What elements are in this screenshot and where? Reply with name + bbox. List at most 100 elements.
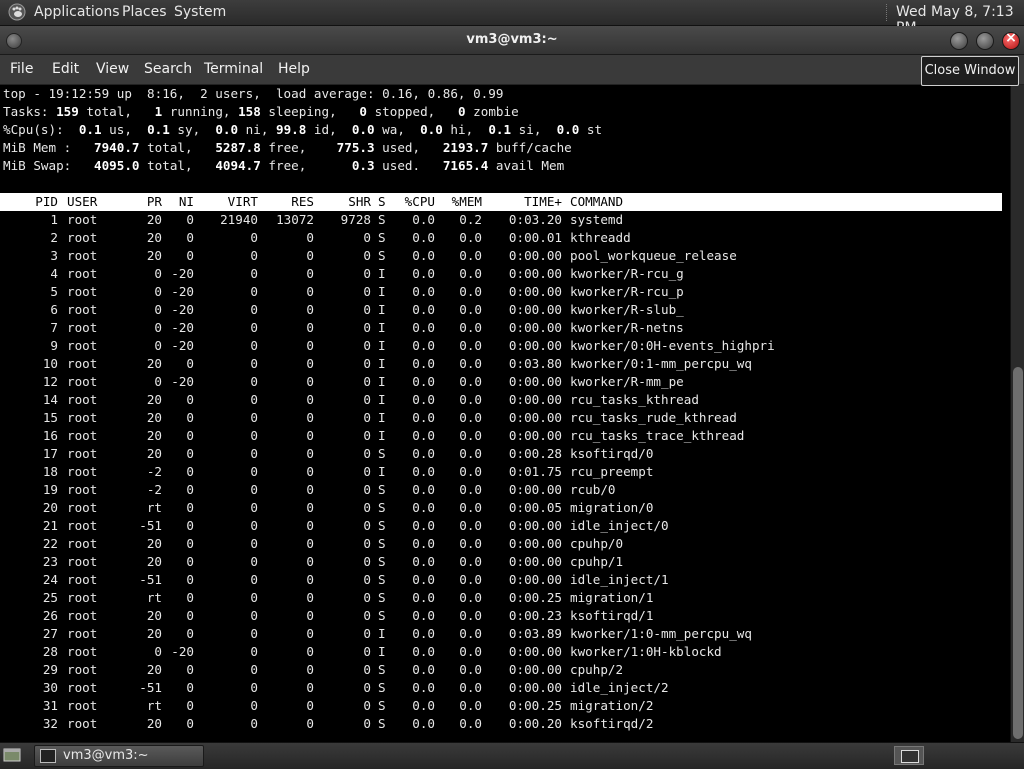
cell-time: 0:00.00 xyxy=(508,428,562,443)
swap-used: 0.3 xyxy=(351,158,375,173)
taskbar-terminal-button[interactable]: vm3@vm3:~ xyxy=(34,745,204,767)
cell-time: 0:00.00 xyxy=(508,410,562,425)
cell-time: 0:00.28 xyxy=(508,446,562,461)
cpu-line: %Cpu(s): 0.1 us, 0.1 sy, 0.0 ni, 99.8 id… xyxy=(3,122,603,137)
cell-time: 0:00.00 xyxy=(508,572,562,587)
cpu-hi: 0.0 xyxy=(420,122,443,137)
cell-command: rcu_tasks_rude_kthread xyxy=(570,410,737,425)
cell-time: 0:03.20 xyxy=(508,212,562,227)
cell-time: 0:00.00 xyxy=(508,644,562,659)
window-title: vm3@vm3:~ xyxy=(466,32,558,47)
terminal-icon xyxy=(40,749,56,763)
cell-command: kworker/1:0-mm_percpu_wq xyxy=(570,626,752,641)
cell-command: migration/0 xyxy=(570,500,654,515)
cell-command: kworker/R-rcu_g xyxy=(570,266,684,281)
tasks-stopped: 0 xyxy=(359,104,367,119)
cpu-sy: 0.1 xyxy=(147,122,170,137)
show-desktop-icon[interactable] xyxy=(3,746,21,764)
cell-time: 0:00.00 xyxy=(508,392,562,407)
menu-applications[interactable]: Applications xyxy=(34,4,120,20)
cell-time: 0:00.00 xyxy=(508,374,562,389)
cell-command: rcu_preempt xyxy=(570,464,654,479)
window-titlebar[interactable]: vm3@vm3:~ xyxy=(0,26,1024,55)
cell-command: ksoftirqd/1 xyxy=(570,608,654,623)
swap-total: 4095.0 xyxy=(94,158,140,173)
tasks-total: 159 xyxy=(56,104,79,119)
cell-time: 0:00.00 xyxy=(508,482,562,497)
cell-time: 0:00.00 xyxy=(508,248,562,263)
tasks-running: 1 xyxy=(154,104,163,119)
mem-buff-cache: 2193.7 xyxy=(442,140,489,155)
gnome-foot-icon[interactable] xyxy=(8,3,26,21)
cell-time: 0:03.80 xyxy=(508,356,562,371)
cpu-wa: 0.0 xyxy=(351,122,375,137)
cpu-id: 99.8 xyxy=(276,122,307,137)
cell-command: kworker/R-mm_pe xyxy=(570,374,684,389)
cell-command: ksoftirqd/2 xyxy=(570,716,654,731)
swap-avail: 7165.4 xyxy=(442,158,489,173)
cell-command: kworker/0:0H-events_highpri xyxy=(570,338,775,353)
maximize-button[interactable] xyxy=(976,32,994,50)
cell-time: 0:00.25 xyxy=(508,590,562,605)
close-button[interactable] xyxy=(1002,30,1020,50)
cell-time: 0:00.00 xyxy=(508,518,562,533)
cell-time: 0:00.05 xyxy=(508,500,562,515)
cell-command: kworker/R-slub_ xyxy=(570,302,684,317)
cpu-st: 0.0 xyxy=(556,122,580,137)
menu-file[interactable]: File xyxy=(10,61,33,77)
cell-command: kworker/1:0H-kblockd xyxy=(570,644,722,659)
menu-system[interactable]: System xyxy=(174,4,226,20)
swap-free: 4094.7 xyxy=(215,158,261,173)
tasks-zombie: 0 xyxy=(458,104,466,119)
scrollbar-thumb[interactable] xyxy=(1013,367,1023,739)
cell-command: rcub/0 xyxy=(570,482,616,497)
workspace-1[interactable] xyxy=(901,750,919,763)
cell-time: 0:00.25 xyxy=(508,698,562,713)
taskbar-terminal-label: vm3@vm3:~ xyxy=(63,748,149,763)
cell-command: kworker/R-rcu_p xyxy=(570,284,684,299)
cell-command: ksoftirqd/0 xyxy=(570,446,654,461)
top-panel: Applications Places System Wed May 8, 7:… xyxy=(0,0,1024,36)
bottom-panel: vm3@vm3:~ xyxy=(0,742,1024,769)
cell-command: kworker/0:1-mm_percpu_wq xyxy=(570,356,752,371)
cpu-us: 0.1 xyxy=(78,122,102,137)
cell-command: idle_inject/0 xyxy=(570,518,669,533)
cell-command: rcu_tasks_kthread xyxy=(570,392,699,407)
workspace-switcher-icon[interactable] xyxy=(894,746,924,765)
cell-time: 0:00.00 xyxy=(508,266,562,281)
cell-command: kthreadd xyxy=(570,230,631,245)
cell-time: 0:00.00 xyxy=(508,338,562,353)
cell-time: 0:00.00 xyxy=(508,680,562,695)
cell-time: 0:00.00 xyxy=(508,662,562,677)
cell-time: 0:00.23 xyxy=(508,608,562,623)
cell-time: 0:00.01 xyxy=(508,230,562,245)
cell-command: systemd xyxy=(570,212,624,227)
cell-time: 0:00.00 xyxy=(508,284,562,299)
swap-line: MiB Swap: 4095.0 total, 4094.7 free, 0.3… xyxy=(3,158,565,173)
mem-line: MiB Mem : 7940.7 total, 5287.8 free, 775… xyxy=(3,140,572,155)
tasks-sleeping: 158 xyxy=(238,104,261,119)
menu-help[interactable]: Help xyxy=(278,61,310,77)
tasks-line: Tasks: 159 total, 1 running, 158 sleepin… xyxy=(3,104,519,119)
minimize-button[interactable] xyxy=(950,32,968,50)
top-uptime-line: top - 19:12:59 up 8:16, 2 users, load av… xyxy=(3,86,504,101)
menu-edit[interactable]: Edit xyxy=(52,61,79,77)
cell-time: 0:00.20 xyxy=(508,716,562,731)
cell-command: cpuhp/0 xyxy=(570,536,624,551)
panel-separator xyxy=(886,4,889,21)
terminal-scrollbar[interactable] xyxy=(1010,85,1024,742)
terminal-output[interactable]: top - 19:12:59 up 8:16, 2 users, load av… xyxy=(0,85,1010,742)
menu-view[interactable]: View xyxy=(96,61,129,77)
cell-command: pool_workqueue_release xyxy=(570,248,737,263)
menu-places[interactable]: Places xyxy=(122,4,167,20)
menu-search[interactable]: Search xyxy=(144,61,192,77)
close-window-tooltip: Close Window xyxy=(921,56,1019,86)
cell-time: 0:03.89 xyxy=(508,626,562,641)
menu-terminal[interactable]: Terminal xyxy=(204,61,263,77)
cell-time: 0:00.00 xyxy=(508,554,562,569)
mem-total: 7940.7 xyxy=(94,140,140,155)
terminal-menubar: File Edit View Search Terminal Help xyxy=(0,55,1024,85)
mem-used: 775.3 xyxy=(336,140,375,155)
cell-time: 0:01.75 xyxy=(508,464,562,479)
cell-command: migration/1 xyxy=(570,590,654,605)
